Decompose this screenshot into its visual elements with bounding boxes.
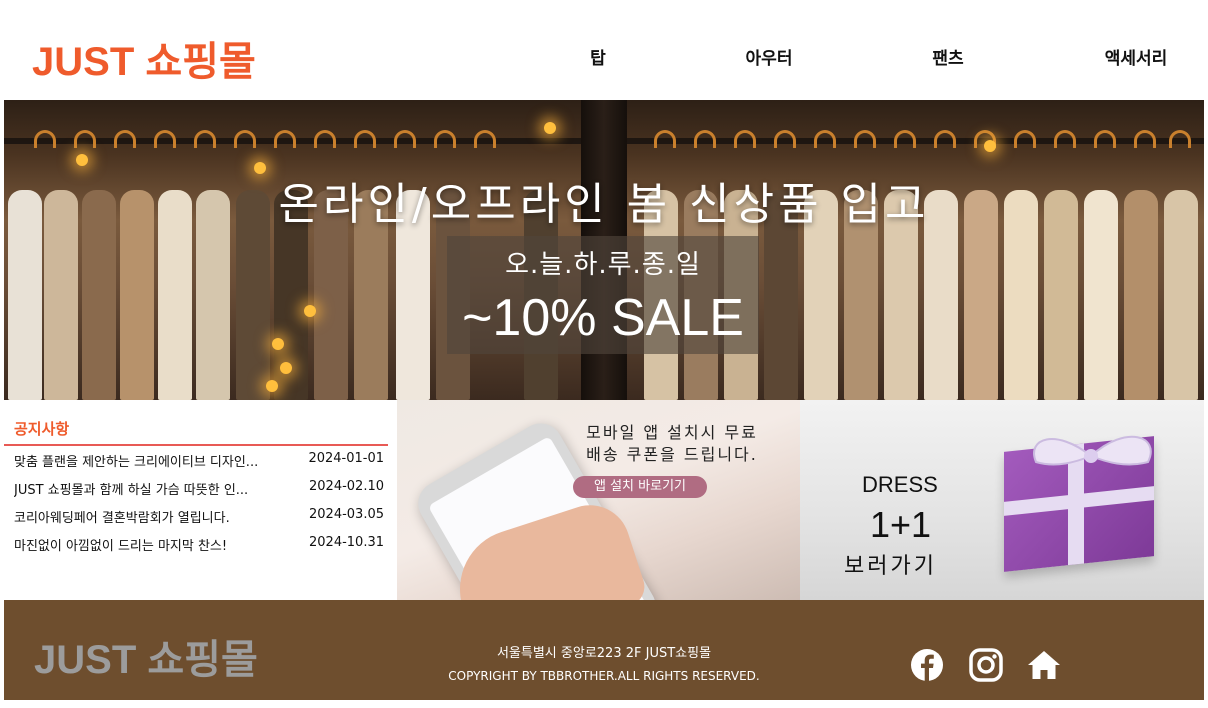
notice-item-title[interactable]: 마진없이 아낌없이 드리는 마지막 찬스! [14,535,284,554]
notice-item-date: 2024-02.10 [309,479,384,494]
nav-item-accessories[interactable]: 액세서리 [1105,44,1168,69]
instagram-icon[interactable] [969,648,1003,682]
dress-promo-offer: 1+1 [870,504,932,545]
app-promo-line1: 모바일 앱 설치시 무료 [586,423,758,442]
notice-title[interactable]: 공지사항 [14,418,69,439]
footer-logo[interactable]: JUST 쇼핑몰 [34,636,258,684]
dress-promo[interactable]: DRESS 1+1 보러가기 [800,400,1204,600]
notice-item[interactable]: 코리아웨딩페어 결혼박람회가 열립니다. 2024-03.05 [14,507,384,527]
footer-copyright: COPYRIGHT BY TBBROTHER.ALL RIGHTS RESERV… [448,669,760,683]
home-icon[interactable] [1027,648,1061,682]
sale-subtitle: 오.늘.하.루.종.일 [505,250,701,280]
notice-divider [4,444,388,446]
notice-item[interactable]: JUST 쇼핑몰과 함께 하실 가슴 따뜻한 인... 2024-02.10 [14,479,384,499]
dress-promo-title: DRESS [862,472,938,497]
notice-item[interactable]: 맞춤 플랜을 제안하는 크리에이티브 디자인... 2024-01-01 [14,451,384,471]
nav-item-top[interactable]: 탑 [590,44,606,69]
hero-banner[interactable]: 온라인/오프라인 봄 신상품 입고 오.늘.하.루.종.일 ~10% SALE [4,100,1204,400]
facebook-icon[interactable] [910,648,944,682]
notice-item-date: 2024-01-01 [308,451,384,466]
nav-item-pants[interactable]: 팬츠 [932,44,963,69]
app-install-button[interactable]: 앱 설치 바로기기 [573,476,707,498]
dress-promo-link[interactable]: 보러가기 [844,548,937,580]
app-promo-line2: 배송 쿠폰을 드립니다. [586,445,758,464]
notice-item-date: 2024-03.05 [309,507,384,522]
notice-item-date: 2024-10.31 [309,535,384,550]
footer: JUST 쇼핑몰 서울특별시 중앙로223 2F JUST쇼핑몰 COPYRIG… [4,600,1204,700]
sale-box: 오.늘.하.루.종.일 ~10% SALE [447,236,759,354]
notice-item-title[interactable]: JUST 쇼핑몰과 함께 하실 가슴 따뜻한 인... [14,479,284,498]
nav-item-outer[interactable]: 아우터 [746,44,793,69]
notice-item-title[interactable]: 맞춤 플랜을 제안하는 크리에이티브 디자인... [14,451,284,470]
page: JUST 쇼핑몰 탑 아우터 팬츠 액세서리 온라인/오프라인 봄 신상품 입고… [4,0,1204,700]
header: JUST 쇼핑몰 탑 아우터 팬츠 액세서리 [4,0,1204,100]
main-nav: 탑 아우터 팬츠 액세서리 [4,44,1204,72]
sale-text: ~10% SALE [462,289,744,347]
gift-bow-image [1033,435,1152,466]
notice-item[interactable]: 마진없이 아낌없이 드리는 마지막 찬스! 2024-10.31 [14,535,384,555]
app-install-promo[interactable]: 모바일 앱 설치시 무료 배송 쿠폰을 드립니다. 앱 설치 바로기기 [397,400,800,600]
banner-title: 온라인/오프라인 봄 신상품 입고 [278,179,930,230]
notice-item-title[interactable]: 코리아웨딩페어 결혼박람회가 열립니다. [14,507,284,526]
footer-address: 서울특별시 중앙로223 2F JUST쇼핑몰 [496,646,712,661]
notice-board: 공지사항 맞춤 플랜을 제안하는 크리에이티브 디자인... 2024-01-0… [4,400,397,600]
app-promo-text: 모바일 앱 설치시 무료 배송 쿠폰을 드립니다. [572,422,772,466]
